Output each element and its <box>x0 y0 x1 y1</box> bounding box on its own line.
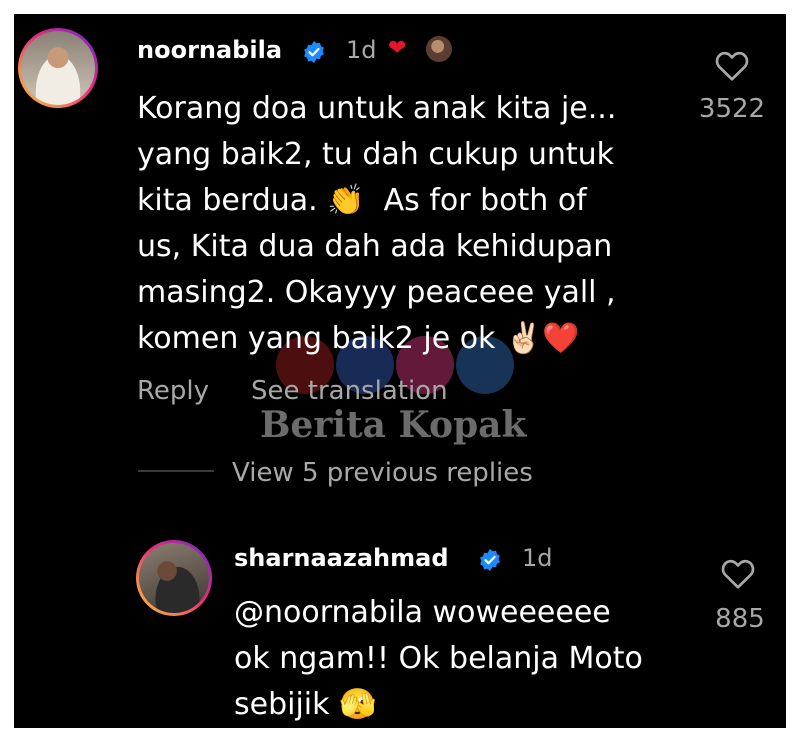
comment-username[interactable]: noornabila <box>137 36 282 64</box>
avatar[interactable] <box>18 28 98 108</box>
reply-username[interactable]: sharnaazahmad <box>234 544 449 572</box>
reply-like-heart-icon[interactable] <box>720 556 756 590</box>
see-translation-button[interactable]: See translation <box>251 376 448 406</box>
view-previous-replies-button[interactable]: View 5 previous replies <box>232 458 533 488</box>
reply-like-count: 885 <box>715 604 765 634</box>
reply-button[interactable]: Reply <box>137 376 209 406</box>
replies-divider <box>138 470 214 472</box>
like-heart-icon[interactable] <box>714 48 750 82</box>
reply-avatar[interactable] <box>136 540 212 616</box>
watermark-text: Berita Kopak <box>260 404 527 446</box>
reply-verified-badge-icon <box>480 549 500 571</box>
comment-time: 1d <box>346 36 377 64</box>
comment-text: Korang doa untuk anak kita je... yang ba… <box>137 91 617 356</box>
comment-thread: Berita Kopak noornabila 1d ❤ Korang doa … <box>14 14 786 728</box>
creator-liked-heart-icon: ❤ <box>388 36 407 61</box>
verified-badge-icon <box>304 41 324 63</box>
reply-text: @noornabila woweeeeee ok ngam!! Ok belan… <box>234 595 643 722</box>
like-count: 3522 <box>698 94 766 124</box>
reply-time: 1d <box>522 544 553 572</box>
creator-liked-avatar <box>426 36 452 62</box>
